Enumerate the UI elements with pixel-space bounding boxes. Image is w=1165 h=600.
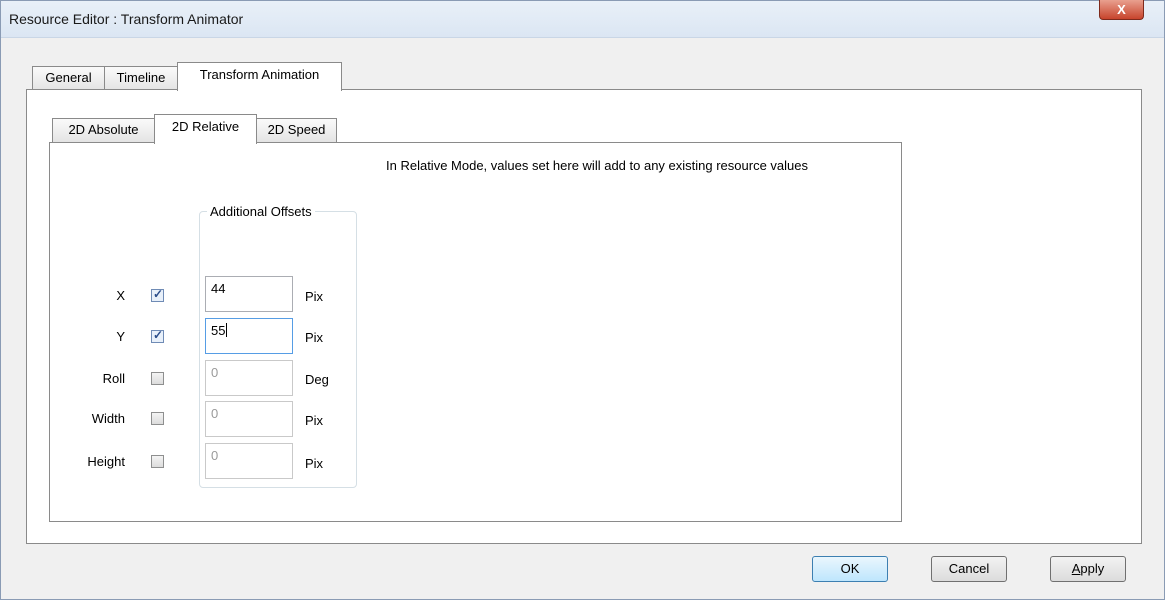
relative-mode-panel <box>49 142 902 522</box>
title-bar: Resource Editor : Transform Animator <box>1 1 1164 38</box>
tab-transform-animation[interactable]: Transform Animation <box>177 62 342 91</box>
tab-timeline[interactable]: Timeline <box>104 66 178 90</box>
tab-2d-speed[interactable]: 2D Speed <box>256 118 337 142</box>
apply-button[interactable]: Apply <box>1050 556 1126 582</box>
tab-general[interactable]: General <box>32 66 105 90</box>
cancel-button[interactable]: Cancel <box>931 556 1007 582</box>
ok-button[interactable]: OK <box>812 556 888 582</box>
apply-label-rest: pply <box>1080 561 1105 576</box>
tab-2d-absolute[interactable]: 2D Absolute <box>52 118 155 142</box>
window-title: Resource Editor : Transform Animator <box>9 11 244 27</box>
tab-2d-relative[interactable]: 2D Relative <box>154 114 257 144</box>
close-icon[interactable]: X <box>1099 0 1144 20</box>
